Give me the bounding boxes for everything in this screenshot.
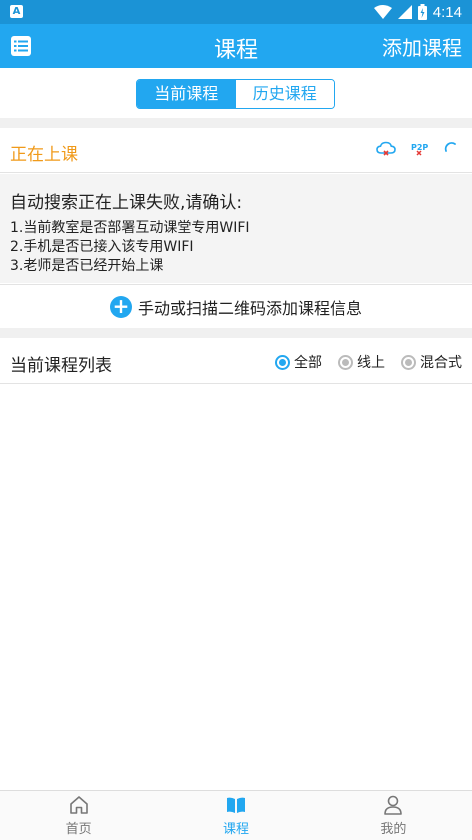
signal-icon: [397, 5, 412, 19]
tab-history-courses[interactable]: 历史课程: [235, 80, 334, 108]
tab-current-courses[interactable]: 当前课程: [137, 80, 236, 108]
plus-circle-icon: +: [109, 295, 132, 318]
list-menu-icon[interactable]: [10, 35, 32, 57]
live-class-header: 正在上课 P2P: [0, 128, 472, 173]
live-class-label: 正在上课: [10, 145, 78, 165]
app-notification-icon: A: [10, 5, 23, 18]
search-failure-notice: 自动搜索正在上课失败,请确认: 1.当前教室是否部署互动课堂专用WIFI 2.手…: [0, 174, 472, 283]
nav-profile-label: 我的: [380, 822, 407, 837]
filter-blended-radio[interactable]: 混合式: [401, 352, 462, 372]
battery-icon: [417, 4, 427, 20]
book-icon: [226, 797, 245, 813]
clock: 4:14: [432, 3, 462, 21]
filter-label: 线上: [357, 355, 385, 371]
course-tab-bar: 当前课程 历史课程: [0, 68, 472, 118]
course-segment-control: 当前课程 历史课程: [136, 79, 335, 109]
connection-status-icons: P2P: [376, 141, 458, 157]
live-class-section: 正在上课 P2P 自动搜索正在上课失败,请确认: 1.当前教室是否部署互动课堂专…: [0, 128, 472, 328]
nav-home[interactable]: 首页: [0, 791, 157, 840]
manual-add-course-button[interactable]: + 手动或扫描二维码添加课程信息: [0, 284, 472, 328]
p2p-error-icon: P2P: [411, 143, 428, 156]
nav-home-label: 首页: [65, 822, 92, 837]
nav-courses[interactable]: 课程: [157, 791, 314, 840]
status-bar: A 4:14: [0, 0, 472, 24]
checklist-item: 2.手机是否已接入该专用WIFI: [10, 239, 194, 255]
search-failure-title: 自动搜索正在上课失败,请确认:: [10, 193, 243, 213]
p2p-text: P2P: [411, 143, 428, 152]
manual-add-course-label: 手动或扫描二维码添加课程信息: [137, 298, 362, 318]
add-course-button[interactable]: 添加课程: [382, 32, 462, 61]
bottom-navigation: 首页 课程 我的: [0, 790, 472, 840]
loading-spinner-icon: [444, 142, 456, 152]
person-icon: [384, 795, 403, 815]
radio-unchecked-icon: [401, 354, 416, 370]
home-icon: [69, 796, 88, 814]
radio-unchecked-icon: [338, 354, 353, 370]
course-list-header: 当前课程列表 全部 线上 混合式: [0, 338, 472, 384]
nav-profile[interactable]: 我的: [315, 791, 472, 840]
checklist-item: 1.当前教室是否部署互动课堂专用WIFI: [10, 220, 250, 236]
course-list-title: 当前课程列表: [10, 356, 112, 376]
status-icons: 4:14: [373, 2, 462, 22]
cloud-error-icon: [376, 141, 396, 156]
wifi-icon: [373, 5, 392, 19]
course-list-section: 当前课程列表 全部 线上 混合式: [0, 338, 472, 790]
radio-checked-icon: [275, 354, 290, 370]
filter-online-radio[interactable]: 线上: [338, 352, 385, 372]
checklist-item: 3.老师是否已经开始上课: [10, 258, 164, 274]
course-filter-group: 全部 线上 混合式: [275, 352, 462, 372]
filter-all-radio[interactable]: 全部: [275, 352, 322, 372]
filter-label: 全部: [294, 355, 322, 371]
search-failure-list: 1.当前教室是否部署互动课堂专用WIFI 2.手机是否已接入该专用WIFI 3.…: [10, 219, 250, 276]
filter-label: 混合式: [420, 355, 462, 371]
app-bar: 课程 添加课程: [0, 24, 472, 68]
nav-courses-label: 课程: [222, 822, 249, 837]
